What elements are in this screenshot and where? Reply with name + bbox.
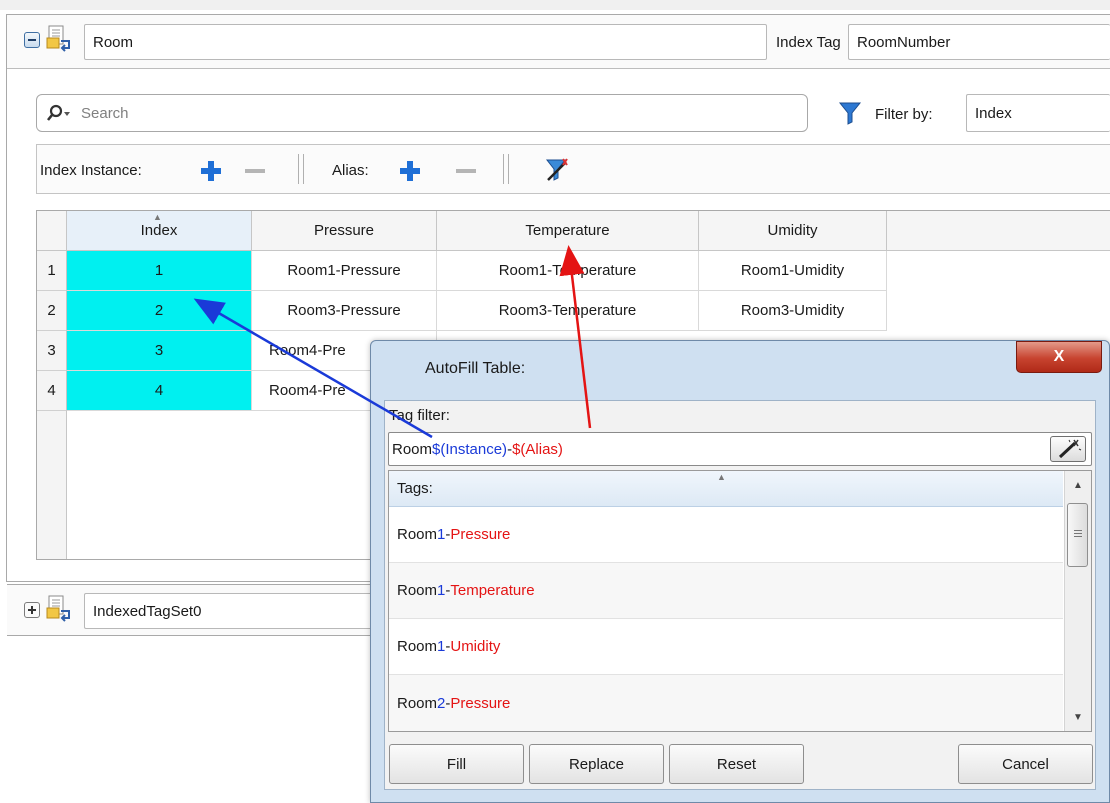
filter-prefix: Room (392, 440, 433, 458)
button-label: Replace (568, 755, 625, 773)
tag-prefix: Room (397, 694, 438, 712)
button-label: Fill (446, 755, 467, 773)
second-set-name: IndexedTagSet0 (93, 602, 202, 620)
second-set-name-field[interactable]: IndexedTagSet0 (84, 593, 384, 629)
tag-instance: 1 (437, 582, 446, 599)
magic-wand-button[interactable] (1050, 436, 1086, 462)
search-input[interactable]: Search (36, 94, 808, 132)
table-cell-index[interactable]: 3 (67, 331, 252, 371)
autofill-wand-icon[interactable] (544, 156, 570, 184)
list-item[interactable]: Room 1- Temperature (389, 563, 1063, 619)
index-instance-label: Index Instance: (40, 161, 142, 179)
tag-instance: 1 (437, 638, 446, 655)
toolbar-separator (503, 154, 509, 184)
tag-instance: 1 (437, 526, 446, 543)
table-cell-index[interactable]: 2 (67, 291, 252, 331)
column-header-label: Umidity (767, 222, 818, 239)
tag-prefix: Room (397, 526, 438, 543)
row-number[interactable]: 1 (37, 251, 67, 291)
set-name-value: Room (93, 33, 134, 51)
index-toolbar (36, 144, 1110, 194)
filter-by-value: Index (975, 104, 1012, 122)
tag-filter-label: Tag filter: (389, 406, 450, 424)
table-cell-temperature[interactable]: Room3-Temperature (437, 291, 699, 331)
list-item[interactable]: Room 1- Umidity (389, 619, 1063, 675)
dialog-title: AutoFill Table: (425, 360, 526, 377)
table-cell-pressure[interactable]: Room3-Pressure (252, 291, 437, 331)
column-header-temperature[interactable]: Temperature (437, 211, 699, 251)
row-number[interactable]: 3 (37, 331, 67, 371)
index-tag-label: Index Tag (776, 33, 841, 51)
set-name-field[interactable]: Room (84, 24, 767, 60)
column-header-index[interactable]: ▲ Index (67, 211, 252, 251)
cell-text: Room4-Pre (269, 382, 346, 399)
magic-wand-icon (1058, 439, 1082, 459)
tag-set-icon (45, 24, 73, 52)
add-alias-button[interactable] (399, 160, 421, 182)
close-button[interactable]: X (1016, 341, 1102, 373)
tag-filter-input[interactable]: Room $(Instance) - $(Alias) (388, 432, 1092, 466)
table-cell-temperature[interactable]: Room1-Temperature (437, 251, 699, 291)
add-instance-button[interactable] (200, 160, 222, 182)
table-cell-index[interactable]: 1 (67, 251, 252, 291)
filter-by-select[interactable]: Index (966, 94, 1110, 132)
column-header-umidity[interactable]: Umidity (699, 211, 887, 251)
list-item[interactable]: Room 2- Pressure (389, 675, 1063, 731)
list-item[interactable]: Room 1- Pressure (389, 507, 1063, 563)
tag-alias: Umidity (450, 638, 501, 655)
filter-alias-token: $(Alias) (512, 440, 563, 458)
button-label: Reset (716, 755, 757, 773)
remove-alias-button[interactable] (455, 160, 477, 182)
collapse-icon[interactable] (24, 32, 40, 48)
search-placeholder: Search (81, 104, 129, 122)
scroll-down-arrow-icon[interactable]: ▼ (1068, 708, 1088, 726)
expand-icon[interactable] (24, 602, 40, 618)
table-corner (37, 211, 67, 251)
row-number[interactable]: 2 (37, 291, 67, 331)
table-cell-index[interactable]: 4 (67, 371, 252, 411)
remove-instance-button[interactable] (244, 160, 266, 182)
tag-prefix: Room (397, 582, 438, 599)
table-cell-pressure[interactable]: Room1-Pressure (252, 251, 437, 291)
tags-header-label: Tags: (397, 480, 433, 497)
filter-instance-token: $(Instance) (432, 440, 508, 458)
sort-asc-icon: ▲ (717, 472, 726, 482)
fill-button[interactable]: Fill (389, 744, 524, 784)
scroll-up-arrow-icon[interactable]: ▲ (1068, 476, 1088, 494)
reset-button[interactable]: Reset (669, 744, 804, 784)
button-label: Cancel (1002, 755, 1049, 773)
table-cell-umidity[interactable]: Room1-Umidity (699, 251, 887, 291)
tag-alias: Pressure (450, 526, 511, 543)
close-icon: X (1053, 348, 1065, 365)
tag-instance: 2 (437, 694, 446, 712)
filter-funnel-icon[interactable] (838, 100, 862, 126)
tag-prefix: Room (397, 638, 438, 655)
tags-list-header[interactable]: ▲ Tags: (389, 471, 1063, 507)
column-header-filler (887, 211, 1110, 251)
column-header-label: Pressure (313, 222, 375, 239)
window-top-strip (0, 0, 1110, 10)
alias-label: Alias: (332, 161, 369, 179)
filter-by-label: Filter by: (875, 105, 933, 123)
column-header-label: Temperature (525, 222, 610, 239)
toolbar-separator (298, 154, 304, 184)
replace-button[interactable]: Replace (529, 744, 664, 784)
table-cell-umidity[interactable]: Room3-Umidity (699, 291, 887, 331)
column-header-label: Index (140, 222, 178, 239)
cell-text: Room4-Pre (269, 342, 346, 359)
index-tag-value: RoomNumber (857, 33, 951, 51)
search-icon[interactable] (45, 103, 73, 123)
index-tag-field[interactable]: RoomNumber (848, 24, 1110, 60)
cancel-button[interactable]: Cancel (958, 744, 1093, 784)
row-number[interactable]: 4 (37, 371, 67, 411)
tag-alias: Temperature (450, 582, 535, 599)
tag-set-icon (45, 594, 73, 622)
sort-asc-icon: ▲ (153, 212, 162, 222)
tag-alias: Pressure (450, 694, 511, 712)
column-header-pressure[interactable]: Pressure (252, 211, 437, 251)
scroll-thumb[interactable] (1067, 503, 1088, 567)
